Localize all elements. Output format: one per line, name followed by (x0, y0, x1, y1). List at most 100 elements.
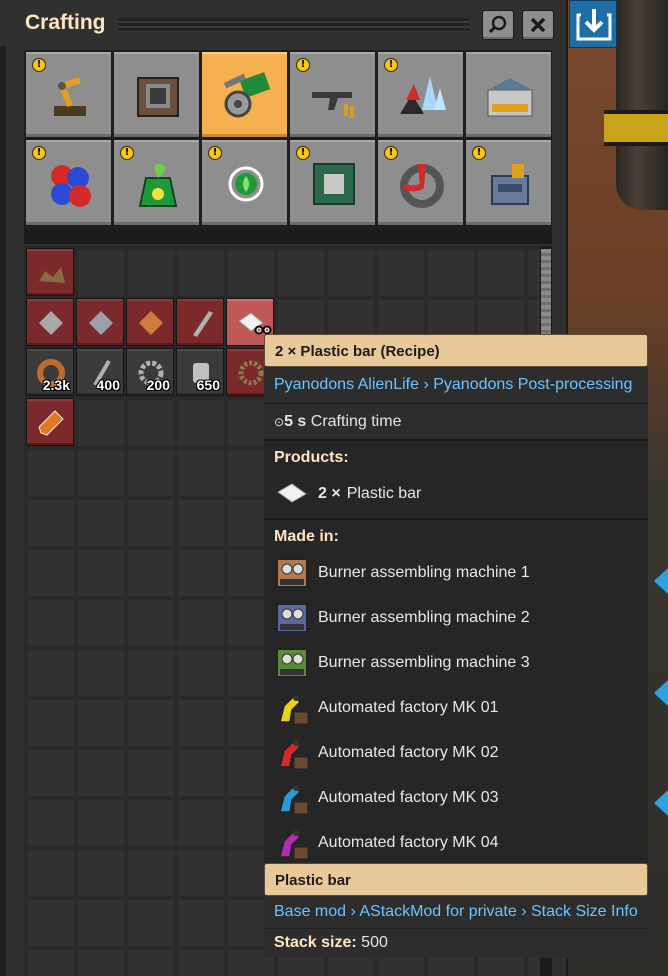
tooltip-products-section: Products: 2 × Plastic bar (264, 441, 648, 518)
tooltip-recipe-title: 2 × Plastic bar (Recipe) (264, 334, 648, 367)
bio-reactor-icon (138, 163, 178, 207)
steel-plate-icon (39, 311, 63, 335)
group-tab-intermediate-products[interactable] (201, 51, 288, 138)
recipe-slot-iron-stick[interactable]: 400 (76, 348, 124, 396)
copper-plate-icon (139, 311, 163, 335)
test-tube-icon (38, 410, 64, 436)
stack-size-value: 500 (361, 934, 388, 951)
product-name: Plastic bar (346, 484, 422, 502)
factory-icon (491, 164, 529, 205)
chip-icon (313, 163, 355, 205)
tooltip-made-in-section: Made in: Burner assembling machine 1 Burn… (264, 520, 648, 863)
crafting-time-value: 5 s (284, 413, 307, 430)
made-in-row: Automated factory MK 03 (274, 775, 638, 820)
group-tab-py-high-tech[interactable]: ! (289, 139, 376, 226)
import-arrow-icon (576, 9, 612, 41)
close-button[interactable] (522, 10, 554, 40)
recipe-slot-copper-plate[interactable] (126, 298, 174, 346)
tooltip-item-mods: Base mod › AStackMod for private › Stack… (264, 896, 648, 928)
group-tab-py-bio[interactable]: ! (201, 139, 288, 226)
group-tab-py-alien-life[interactable]: ! (113, 139, 200, 226)
import-blueprint-button[interactable] (569, 0, 617, 48)
group-tab-py-buildings[interactable] (465, 51, 552, 138)
group-tab-chemistry[interactable]: ! (25, 139, 112, 226)
recipe-slot-steel-plate[interactable] (26, 298, 74, 346)
tooltip-item-title: Plastic bar (264, 863, 648, 896)
intermediate-products-icon (223, 72, 271, 118)
tooltip-stack-size: Stack size: 500 (264, 928, 648, 958)
automated-factory-mk04-icon (279, 829, 309, 859)
recipe-slot-steel-beam[interactable] (176, 298, 224, 346)
made-in-label: Burner assembling machine 2 (318, 608, 530, 626)
clock-icon: ⊙ (274, 415, 285, 429)
group-tab-py-petroleum[interactable]: ! (377, 139, 464, 226)
group-tab-combat[interactable]: ! (289, 51, 376, 138)
group-tab-py-resources[interactable]: ! (377, 51, 464, 138)
engine-part-icon (238, 360, 264, 386)
item-count: 650 (196, 377, 220, 393)
window-titlebar[interactable]: Crafting (0, 0, 566, 48)
automated-factory-mk01-icon (279, 694, 309, 724)
group-tab-production[interactable] (113, 51, 200, 138)
products-title: Products: (274, 449, 349, 466)
automated-factory-mk03-icon (279, 784, 309, 814)
made-in-label: Burner assembling machine 3 (318, 653, 530, 671)
made-in-title: Made in: (274, 528, 339, 545)
recipe-slot-ore-chunks[interactable] (26, 248, 74, 296)
world-hazard-band (604, 110, 668, 146)
made-in-label: Automated factory MK 01 (318, 698, 499, 716)
product-row: 2 × Plastic bar (274, 471, 638, 516)
recipe-slot-iron-plate[interactable] (76, 298, 124, 346)
ore-chunks-icon (39, 267, 65, 283)
window-title: Crafting (25, 11, 106, 34)
made-in-row: Automated factory MK 01 (274, 685, 638, 730)
stack-size-label: Stack size: (274, 934, 357, 951)
building-icon (487, 78, 533, 117)
search-button[interactable] (482, 10, 514, 40)
recipe-slot-copper-coil[interactable]: 2.3k (26, 348, 74, 396)
oil-gear-icon (400, 164, 444, 208)
recipe-slot-test-tube[interactable] (26, 398, 74, 446)
product-amount: 2 × (318, 484, 341, 502)
burner-assembler-2-icon (276, 602, 308, 633)
leaf-network-icon (228, 166, 264, 202)
window-left-edge (0, 46, 6, 976)
molecule-icon (51, 165, 91, 207)
made-in-label: Automated factory MK 04 (318, 833, 499, 851)
steel-beam-icon (193, 311, 213, 337)
made-in-row: Automated factory MK 04 (274, 820, 638, 865)
recipe-tooltip: 2 × Plastic bar (Recipe) Pyanodons Alien… (264, 334, 648, 958)
item-count: 400 (96, 377, 120, 393)
tooltip-crafting-time: ⊙5 s Crafting time (264, 403, 648, 439)
burner-assembler-1-icon (276, 557, 308, 588)
groups-separator (24, 230, 552, 244)
group-tab-py-industry[interactable]: ! (465, 139, 552, 226)
made-in-list: Burner assembling machine 1 Burner assemb… (274, 550, 638, 865)
made-in-label: Burner assembling machine 1 (318, 563, 530, 581)
recipe-slot-tin-can[interactable]: 650 (176, 348, 224, 396)
made-in-label: Automated factory MK 02 (318, 743, 499, 761)
item-count: 200 (146, 377, 170, 393)
magnifier-icon (488, 15, 507, 34)
item-group-tabs: ! ! ! ! ! ! ! ! ! (24, 50, 552, 230)
made-in-row: Burner assembling machine 3 (274, 640, 638, 685)
assembler-icon (137, 77, 179, 117)
plastic-bar-icon (277, 482, 307, 503)
close-icon (530, 17, 546, 33)
made-in-label: Automated factory MK 03 (318, 788, 499, 806)
group-tab-logistics[interactable]: ! (25, 51, 112, 138)
made-in-row: Burner assembling machine 2 (274, 595, 638, 640)
world-storage-tank (616, 0, 668, 210)
made-in-row: Burner assembling machine 1 (274, 550, 638, 595)
tooltip-recipe-mods: Pyanodons AlienLife › Pyanodons Post-pro… (264, 367, 648, 403)
automated-factory-mk02-icon (279, 739, 309, 769)
gun-icon (312, 92, 354, 118)
burner-assembler-3-icon (276, 647, 308, 678)
inserter-icon (54, 77, 86, 116)
made-in-row: Automated factory MK 02 (274, 730, 638, 775)
iron-plate-icon (89, 311, 113, 335)
item-count: 2.3k (42, 377, 70, 393)
drag-handle[interactable] (118, 18, 470, 32)
recipe-slot-iron-gear[interactable]: 200 (126, 348, 174, 396)
crafting-time-label: Crafting time (310, 413, 402, 430)
